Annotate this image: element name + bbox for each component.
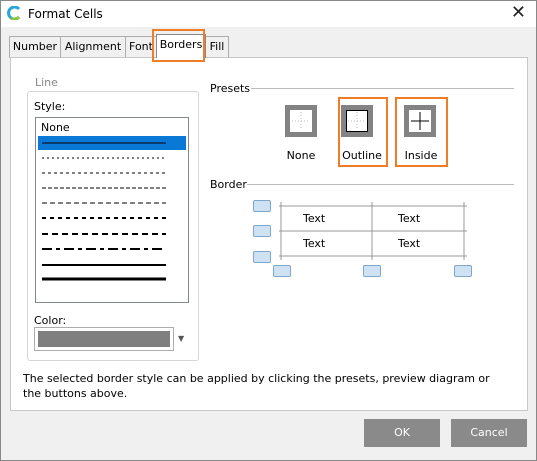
- title-bar: Format Cells ✕: [1, 1, 536, 27]
- app-logo-icon: [7, 6, 21, 20]
- close-icon[interactable]: ✕: [511, 3, 526, 23]
- preview-cell-text: Text: [398, 237, 421, 250]
- presets-label: Presets: [210, 82, 251, 95]
- preview-cell-text: Text: [398, 212, 421, 225]
- border-left-button[interactable]: [273, 265, 291, 277]
- cancel-button[interactable]: Cancel: [451, 419, 527, 447]
- border-inside-icon: [409, 110, 431, 132]
- tab-number[interactable]: Number: [9, 36, 61, 58]
- line-style-samples[interactable]: [36, 118, 188, 302]
- preset-none-label: None: [286, 149, 316, 162]
- border-label: Border: [210, 178, 247, 191]
- ok-button[interactable]: OK: [364, 419, 440, 447]
- preview-cell-text: Text: [303, 212, 326, 225]
- preset-inside-button[interactable]: [404, 105, 436, 137]
- border-preview-diagram[interactable]: [271, 198, 477, 270]
- preview-cell-text: Text: [303, 237, 326, 250]
- border-inside-vertical-button[interactable]: [363, 265, 381, 277]
- border-inside-horizontal-button[interactable]: [253, 225, 271, 237]
- format-cells-dialog: Format Cells ✕ Number Alignment Font Bor…: [0, 0, 537, 461]
- tab-borders[interactable]: Borders: [156, 34, 206, 58]
- preset-none-button[interactable]: [285, 105, 317, 137]
- border-right-button[interactable]: [454, 265, 472, 277]
- window-title: Format Cells: [28, 7, 103, 21]
- line-style-list[interactable]: None: [35, 117, 189, 303]
- preset-outline-label: Outline: [342, 149, 382, 162]
- color-picker[interactable]: [34, 327, 174, 351]
- chevron-down-icon[interactable]: ▼: [178, 334, 184, 343]
- preset-inside-label: Inside: [404, 149, 438, 162]
- border-top-button[interactable]: [253, 200, 271, 212]
- status-text: The selected border style can be applied…: [23, 372, 490, 400]
- tab-font[interactable]: Font: [125, 36, 157, 58]
- color-swatch: [38, 331, 170, 347]
- border-bottom-button[interactable]: [253, 251, 271, 263]
- tab-fill[interactable]: Fill: [205, 36, 229, 58]
- border-outline-icon: [346, 110, 368, 132]
- border-divider: [247, 184, 514, 185]
- style-label: Style:: [34, 100, 66, 113]
- line-legend: Line: [33, 76, 60, 89]
- tab-alignment[interactable]: Alignment: [60, 36, 126, 58]
- color-label: Color:: [34, 314, 67, 327]
- border-none-icon: [290, 110, 312, 132]
- preset-outline-button[interactable]: [341, 105, 373, 137]
- presets-divider: [251, 88, 514, 89]
